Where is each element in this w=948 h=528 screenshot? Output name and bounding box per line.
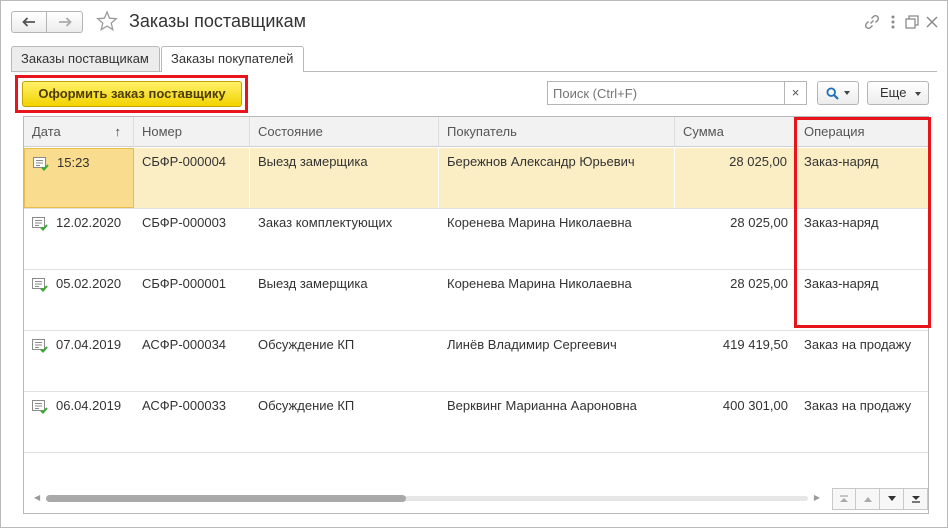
date-text: 12.02.2020 [56, 215, 122, 230]
date-text: 07.04.2019 [56, 337, 122, 352]
column-header-number[interactable]: Номер [134, 117, 250, 147]
orders-table[interactable]: Дата ↑ Номер Состояние Покупатель Сумма … [23, 116, 929, 514]
search-icon [826, 86, 839, 100]
cell-number[interactable]: СБФР-000003 [134, 209, 250, 269]
arrow-left-icon [22, 17, 35, 27]
cell-sum[interactable]: 419 419,50 [675, 331, 796, 391]
sort-ascending-icon: ↑ [114, 124, 122, 139]
go-last-button[interactable] [904, 488, 928, 510]
cell-number[interactable]: СБФР-000004 [134, 148, 250, 208]
page-down-button[interactable] [880, 488, 904, 510]
cell-date[interactable]: 06.04.2019 [24, 392, 134, 452]
cell-number[interactable]: АСФР-000034 [134, 331, 250, 391]
cell-state[interactable]: Обсуждение КП [250, 392, 439, 452]
date-text: 15:23 [57, 155, 90, 170]
document-posted-icon [33, 157, 49, 171]
cell-state[interactable]: Выезд замерщика [250, 270, 439, 330]
cell-state[interactable]: Выезд замерщика [250, 148, 439, 208]
document-posted-icon [32, 278, 48, 292]
cell-sum[interactable]: 400 301,00 [675, 392, 796, 452]
tab-supplier-orders[interactable]: Заказы поставщикам [11, 46, 160, 71]
tab-divider [11, 71, 937, 72]
chevron-down-icon [915, 92, 921, 96]
more-vertical-icon[interactable] [884, 13, 902, 31]
cell-number[interactable]: АСФР-000033 [134, 392, 250, 452]
list-navigation [832, 488, 928, 512]
title-bar: Заказы поставщикам [1, 1, 947, 41]
cell-state[interactable]: Обсуждение КП [250, 331, 439, 391]
more-button[interactable]: Еще [867, 81, 929, 105]
document-posted-icon [32, 217, 48, 231]
table-row[interactable]: 05.02.2020 СБФР-000001 Выезд замерщика Коре… [24, 270, 928, 331]
more-button-label: Еще [880, 85, 907, 100]
app-window: Заказы поставщикам Заказы поставщикам За… [0, 0, 948, 528]
link-icon[interactable] [863, 13, 881, 31]
close-icon[interactable] [923, 13, 941, 31]
cell-operation[interactable]: Заказ на продажу [796, 331, 928, 391]
table-row[interactable]: 12.02.2020 СБФР-000003 Заказ комплектующих… [24, 209, 928, 270]
column-header-date[interactable]: Дата ↑ [24, 117, 134, 147]
page-title: Заказы поставщикам [129, 11, 307, 31]
document-posted-icon [32, 400, 48, 414]
restore-window-icon[interactable] [903, 13, 921, 31]
table-header: Дата ↑ Номер Состояние Покупатель Сумма … [24, 117, 928, 147]
cell-customer[interactable]: Линёв Владимир Сергеевич [439, 331, 675, 391]
scroll-left-icon[interactable]: ◀ [34, 493, 40, 502]
page-up-button[interactable] [856, 488, 880, 510]
scroll-right-icon[interactable]: ▶ [814, 493, 820, 502]
cell-operation[interactable]: Заказ-наряд [796, 270, 928, 330]
tab-customer-orders[interactable]: Заказы покупателей [161, 46, 304, 72]
column-header-customer[interactable]: Покупатель [439, 117, 675, 147]
search-input[interactable] [547, 81, 785, 105]
column-header-sum[interactable]: Сумма [675, 117, 796, 147]
cell-customer[interactable]: Коренева Марина Николаевна [439, 270, 675, 330]
cell-customer[interactable]: Верквинг Марианна Аароновна [439, 392, 675, 452]
table-row[interactable]: 06.04.2019 АСФР-000033 Обсуждение КП Веркви… [24, 392, 928, 453]
chevron-down-icon [887, 496, 896, 501]
column-header-operation[interactable]: Операция [796, 117, 928, 147]
cell-date[interactable]: 07.04.2019 [24, 331, 134, 391]
date-text: 05.02.2020 [56, 276, 122, 291]
search-button[interactable] [817, 81, 859, 105]
create-supplier-order-button[interactable]: Оформить заказ поставщику [22, 81, 242, 107]
cell-date[interactable]: 12.02.2020 [24, 209, 134, 269]
back-button[interactable] [11, 11, 47, 33]
document-posted-icon [32, 339, 48, 353]
search-clear-button[interactable]: × [785, 81, 807, 105]
cell-sum[interactable]: 28 025,00 [675, 270, 796, 330]
chevron-double-up-icon [840, 495, 848, 502]
cell-date[interactable]: 15:23 [24, 148, 134, 208]
cell-customer[interactable]: Коренева Марина Николаевна [439, 209, 675, 269]
star-icon[interactable] [96, 10, 118, 32]
cell-customer[interactable]: Бережнов Александр Юрьевич [439, 148, 675, 208]
cell-date[interactable]: 05.02.2020 [24, 270, 134, 330]
cell-operation[interactable]: Заказ на продажу [796, 392, 928, 452]
forward-button[interactable] [47, 11, 83, 33]
cell-state[interactable]: Заказ комплектующих [250, 209, 439, 269]
arrow-right-icon [58, 17, 72, 27]
column-header-label: Дата [32, 124, 61, 139]
column-header-state[interactable]: Состояние [250, 117, 439, 147]
date-text: 06.04.2019 [56, 398, 122, 413]
chevron-double-down-icon [911, 496, 920, 503]
go-first-button[interactable] [832, 488, 856, 510]
table-row[interactable]: 07.04.2019 АСФР-000034 Обсуждение КП Линёв … [24, 331, 928, 392]
horizontal-scrollbar[interactable]: ◀ ▶ [32, 491, 822, 505]
cell-number[interactable]: СБФР-000001 [134, 270, 250, 330]
chevron-up-icon [863, 497, 872, 502]
cell-sum[interactable]: 28 025,00 [675, 148, 796, 208]
scroll-thumb[interactable] [46, 495, 406, 502]
table-row[interactable]: 15:23 СБФР-000004 Выезд замерщика Бережнов … [24, 148, 928, 209]
chevron-down-icon [844, 91, 850, 95]
cell-operation[interactable]: Заказ-наряд [796, 148, 928, 208]
cell-sum[interactable]: 28 025,00 [675, 209, 796, 269]
cell-operation[interactable]: Заказ-наряд [796, 209, 928, 269]
